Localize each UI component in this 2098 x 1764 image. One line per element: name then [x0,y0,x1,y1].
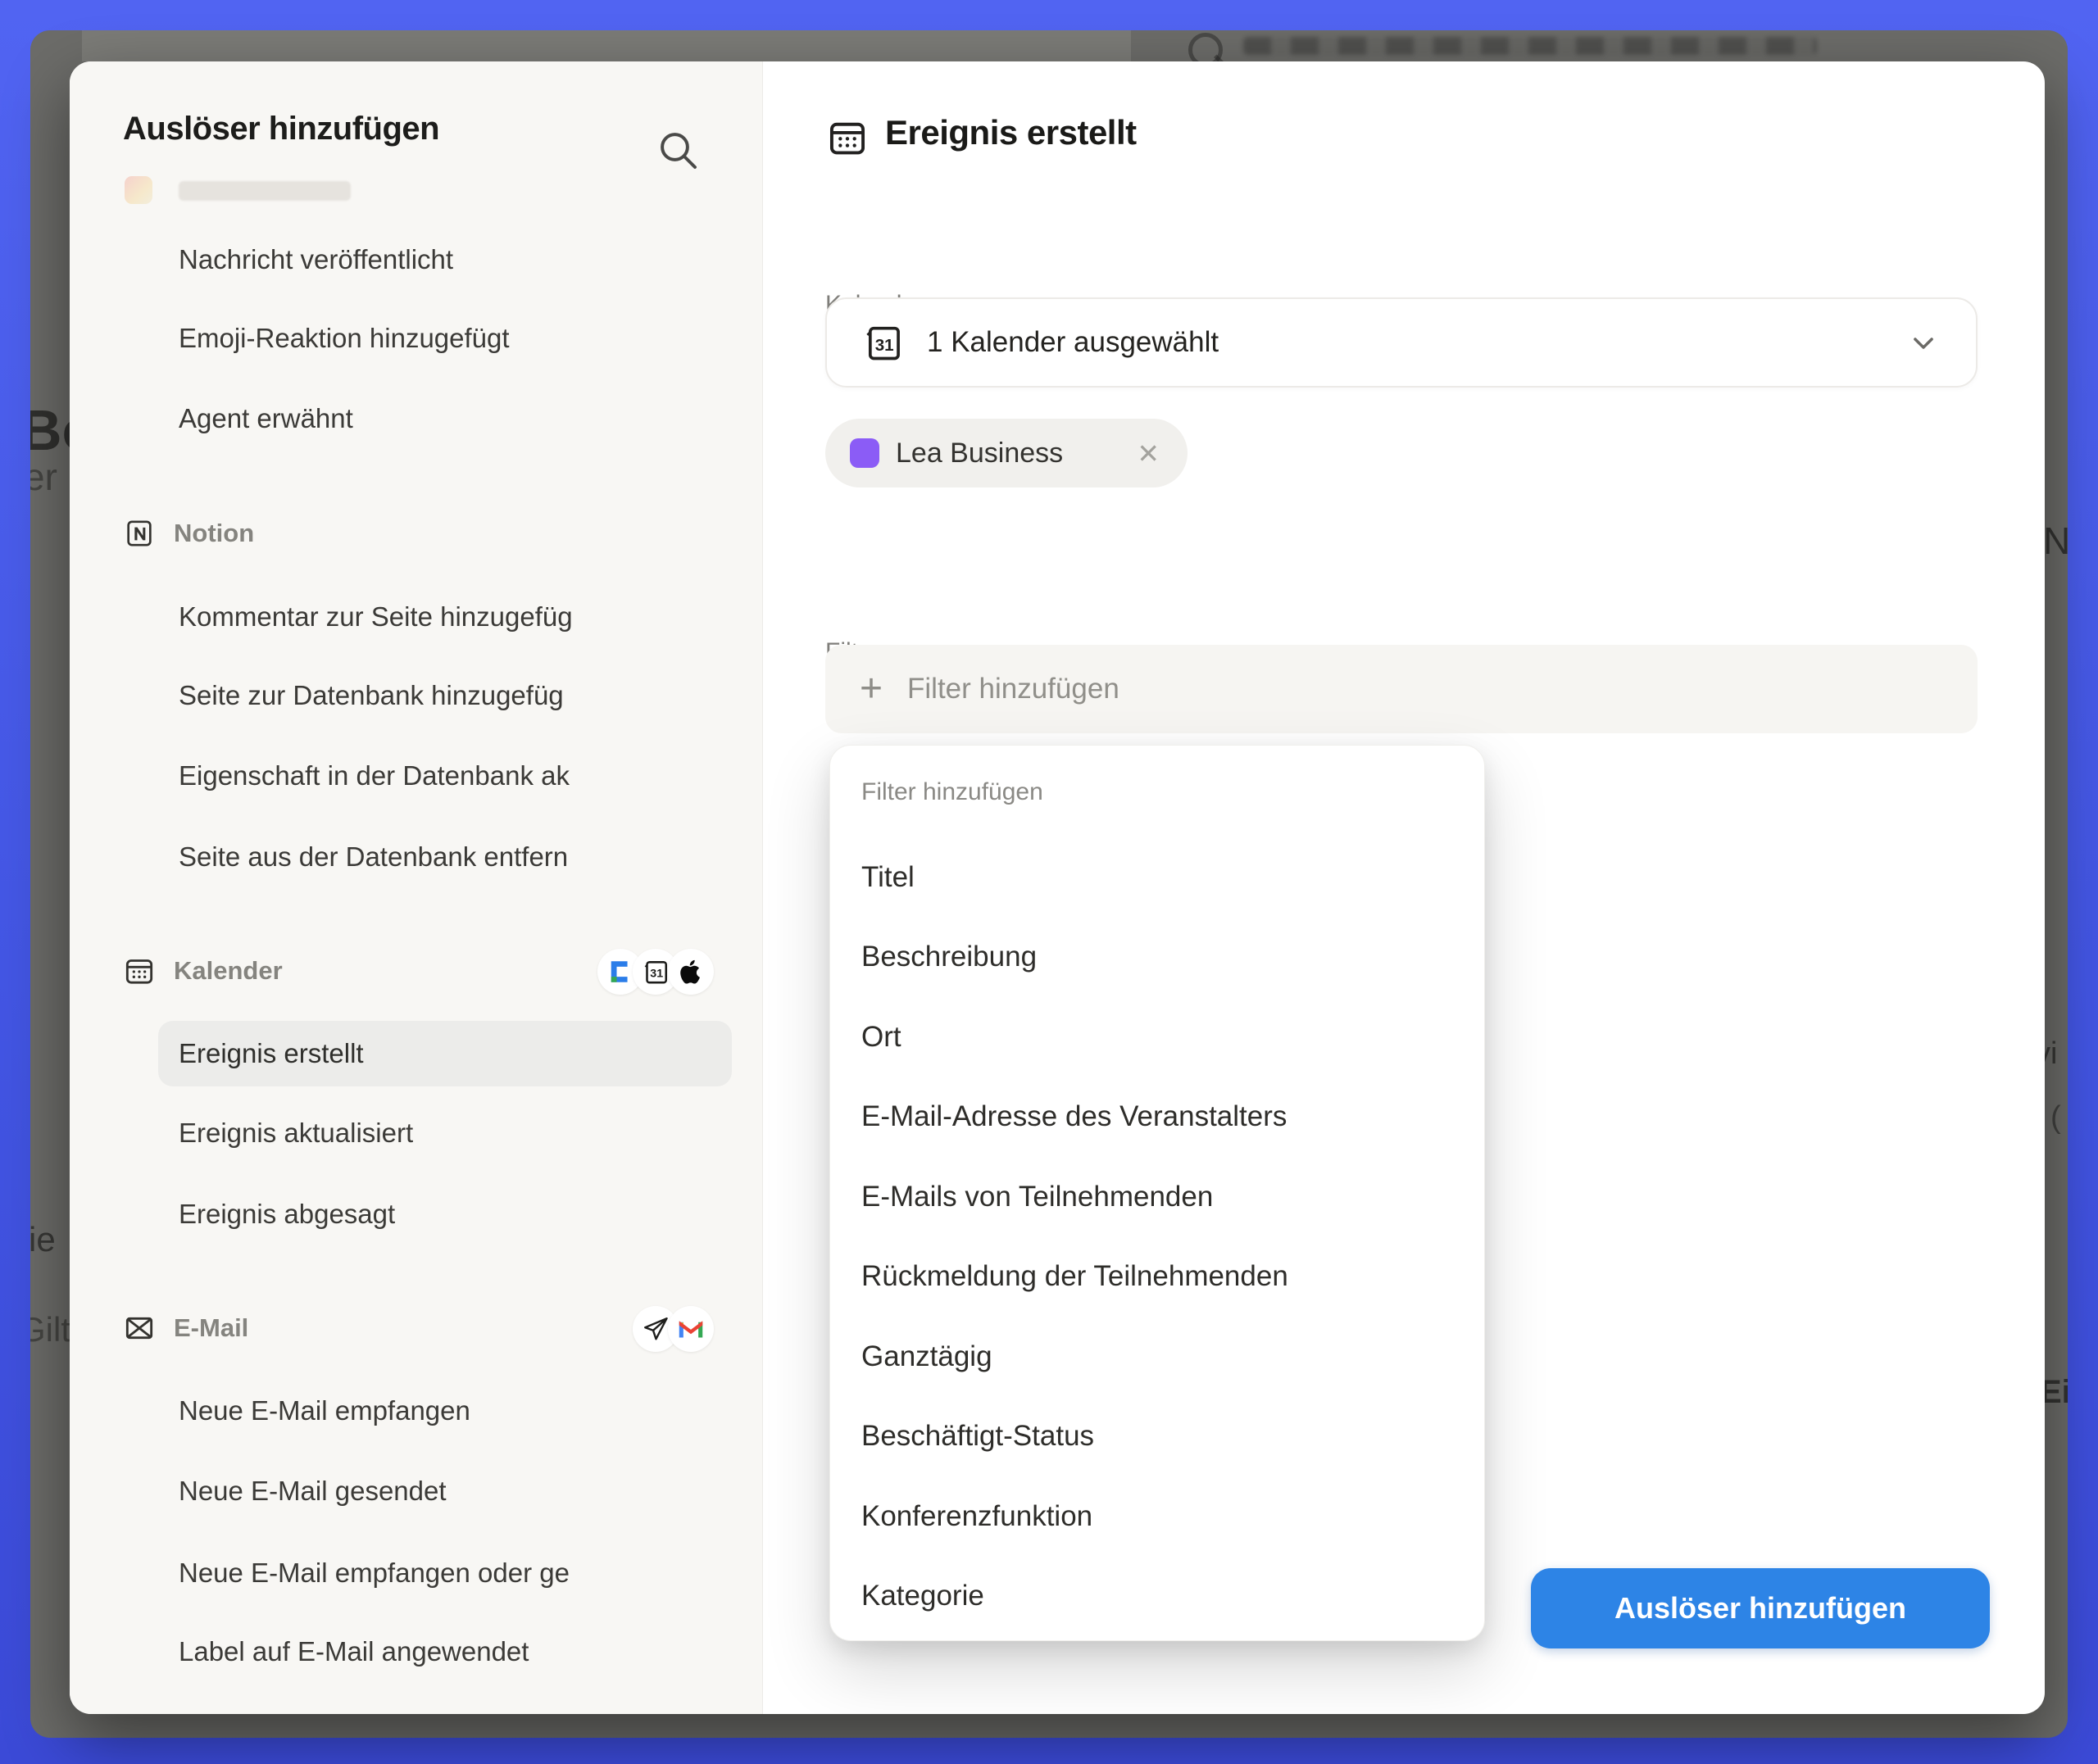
svg-text:31: 31 [875,336,894,355]
filter-dropdown-header: Filter hinzufügen [861,778,1043,806]
filter-option-konferenzfunktion[interactable]: Konferenzfunktion [830,1476,1484,1556]
chevron-down-icon [1905,324,1941,361]
calendar-select[interactable]: 31 1 Kalender ausgewählt [825,297,1978,388]
envelope-icon [123,1312,156,1345]
search-icon[interactable] [655,127,701,173]
sidebar-item-neue-email-gesendet[interactable]: Neue E-Mail gesendet [179,1451,754,1531]
filter-option-email-veranstalter[interactable]: E-Mail-Adresse des Veranstalters [830,1077,1484,1156]
background-toolbar [82,30,1131,61]
sidebar-item-ereignis-aktualisiert[interactable]: Ereignis aktualisiert [179,1093,754,1173]
section-header-email: E-Mail [123,1304,248,1353]
plus-icon: + [860,669,883,709]
notion-icon [123,517,156,550]
filter-dropdown: Filter hinzufügen Titel Beschreibung Ort… [829,745,1485,1641]
screen: Bo er ie Gilt N vi l ( Ei Auslöser hinzu… [0,0,2098,1764]
sidebar-title: Auslöser hinzufügen [123,111,439,147]
filter-option-kategorie[interactable]: Kategorie [830,1556,1484,1635]
sidebar-item-nachricht-veroeffentlicht[interactable]: Nachricht veröffentlicht [179,220,754,300]
section-header-kalender: Kalender [123,946,283,995]
sidebar-item-agent-erwaehnt[interactable]: Agent erwähnt [179,379,754,459]
sidebar-item-ereignis-abgesagt[interactable]: Ereignis abgesagt [179,1174,754,1254]
sidebar-item-neue-email-empfangen-oder-gesendet[interactable]: Neue E-Mail empfangen oder ge [179,1533,754,1613]
calendar-color-dot [850,438,879,468]
filter-option-emails-teilnehmende[interactable]: E-Mails von Teilnehmenden [830,1157,1484,1236]
sidebar-item-kommentar-zur-seite[interactable]: Kommentar zur Seite hinzugefüg [179,577,754,657]
sidebar-item-ereignis-erstellt-selected[interactable]: Ereignis erstellt [158,1021,732,1086]
calendar-icon [826,116,869,159]
sidebar-item-emoji-reaktion[interactable]: Emoji-Reaktion hinzugefügt [179,298,754,379]
calendar-31-icon: 31 [861,321,904,364]
chip-label: Lea Business [896,438,1063,469]
sidebar-item-neue-email-empfangen[interactable]: Neue E-Mail empfangen [179,1371,754,1451]
trigger-sidebar: Auslöser hinzufügen Nachricht veröffentl… [70,61,763,1714]
add-filter-input[interactable]: + Filter hinzufügen [825,645,1978,733]
calendar-select-value: 1 Kalender ausgewählt [927,326,1219,359]
background-text-fragment: N [2043,519,2068,563]
sidebar-item-seite-aus-datenbank[interactable]: Seite aus der Datenbank entfern [179,817,754,897]
section-header-notion: Notion [123,509,254,558]
background-text-fragment: er [30,455,57,499]
sidebar-item-eigenschaft-datenbank[interactable]: Eigenschaft in der Datenbank ak [179,736,754,816]
background-text-fragment: ie [30,1220,56,1259]
filter-option-ort[interactable]: Ort [830,997,1484,1077]
faded-section-label [179,181,351,201]
email-app-badges [633,1306,714,1352]
kalender-app-badges: 31 [597,949,714,995]
background-search-text [1243,37,1817,55]
svg-text:31: 31 [650,968,663,981]
gmail-icon [668,1306,714,1352]
section-label: Kalender [174,956,283,986]
section-label: Notion [174,519,254,548]
filter-option-titel[interactable]: Titel [830,837,1484,917]
add-trigger-modal: Auslöser hinzufügen Nachricht veröffentl… [70,61,2045,1714]
section-label: E-Mail [174,1313,248,1343]
background-text-fragment: Gilt [30,1310,70,1349]
faded-section-icon [125,176,152,204]
selected-calendar-chip[interactable]: Lea Business ✕ [825,419,1188,487]
filter-input-placeholder: Filter hinzufügen [907,673,1119,705]
sidebar-item-seite-zur-datenbank[interactable]: Seite zur Datenbank hinzugefüg [179,655,754,736]
remove-chip-icon[interactable]: ✕ [1137,438,1160,469]
filter-option-ganztaegig[interactable]: Ganztägig [830,1317,1484,1396]
add-trigger-button[interactable]: Auslöser hinzufügen [1531,1568,1990,1648]
apple-calendar-icon [668,949,714,995]
page-title: Ereignis erstellt [885,113,1137,152]
sidebar-item-label-auf-email[interactable]: Label auf E-Mail angewendet [179,1612,754,1692]
calendar-icon [123,955,156,987]
filter-option-beschreibung[interactable]: Beschreibung [830,917,1484,996]
filter-option-beschaeftigt-status[interactable]: Beschäftigt-Status [830,1396,1484,1476]
filter-option-rueckmeldung[interactable]: Rückmeldung der Teilnehmenden [830,1236,1484,1316]
